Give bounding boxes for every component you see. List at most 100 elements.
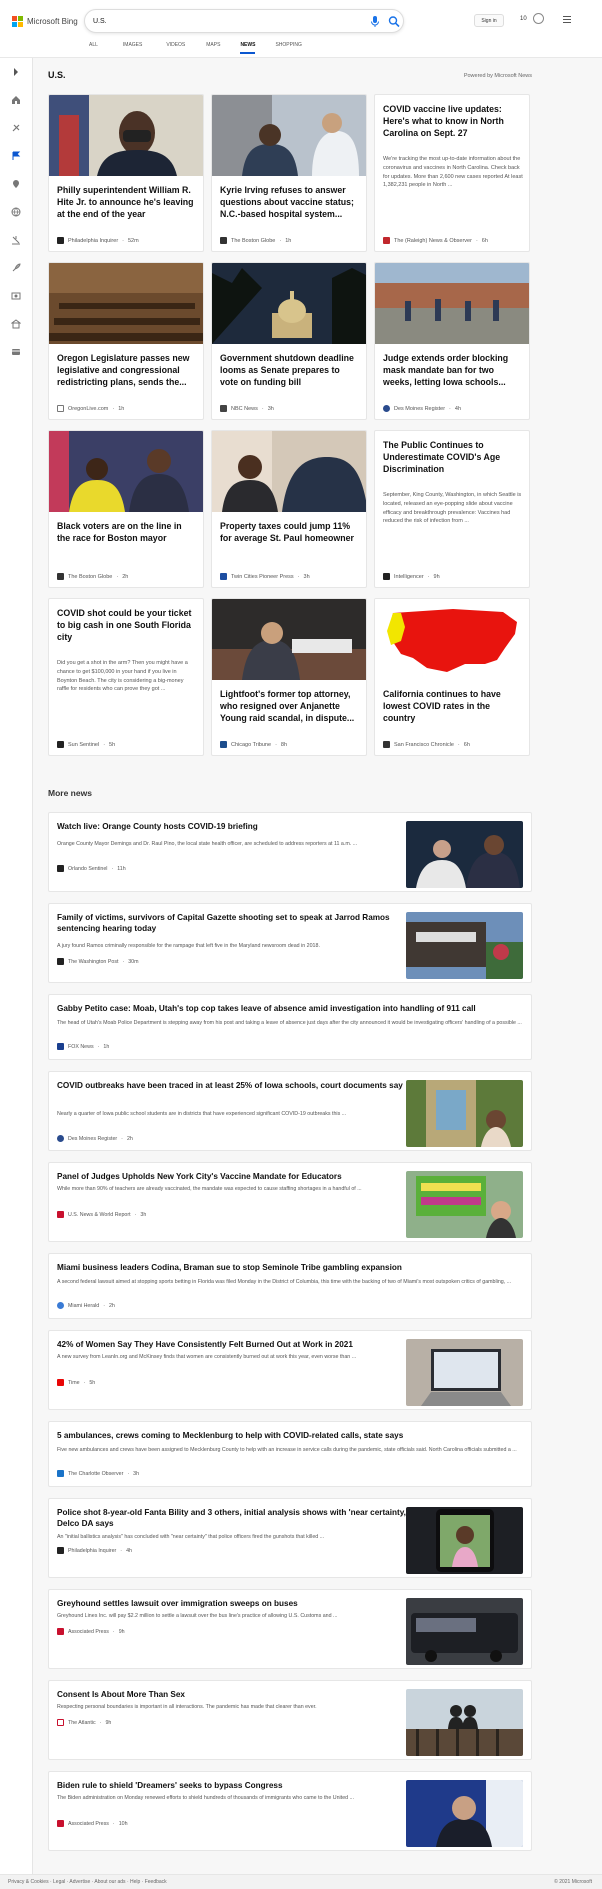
item-source[interactable]: The Charlotte Observer · 3h: [57, 1470, 139, 1477]
card-source[interactable]: The Boston Globe · 2h: [57, 573, 128, 580]
location-icon[interactable]: [11, 179, 21, 189]
news-card[interactable]: Kyrie Irving refuses to answer questions…: [211, 94, 367, 252]
card-source[interactable]: Chicago Tribune · 8h: [220, 741, 287, 748]
chevron-right-icon[interactable]: [11, 67, 21, 77]
rewards-medal-icon[interactable]: [533, 13, 544, 24]
card-title[interactable]: Government shutdown deadline looms as Se…: [220, 352, 360, 388]
item-title[interactable]: Miami business leaders Codina, Braman su…: [57, 1262, 527, 1273]
card-title[interactable]: Oregon Legislature passes new legislativ…: [57, 352, 197, 388]
card-title[interactable]: Black voters are on the line in the race…: [57, 520, 197, 544]
news-list-item[interactable]: Gabby Petito case: Moab, Utah's top cop …: [48, 994, 532, 1060]
news-list-item[interactable]: Watch live: Orange County hosts COVID-19…: [48, 812, 532, 892]
rewards-points[interactable]: 10: [520, 16, 527, 22]
powered-by[interactable]: Powered by Microsoft News: [450, 73, 532, 79]
item-title[interactable]: Watch live: Orange County hosts COVID-19…: [57, 821, 412, 832]
item-source[interactable]: U.S. News & World Report · 3h: [57, 1211, 146, 1218]
source-name: Intelligencer: [394, 573, 424, 580]
footer-links[interactable]: Privacy & Cookies · Legal · Advertise · …: [8, 1879, 167, 1885]
card-title[interactable]: Judge extends order blocking mask mandat…: [383, 352, 523, 388]
tab-images[interactable]: IMAGES: [123, 42, 142, 54]
card-source[interactable]: Twin Cities Pioneer Press · 3h: [220, 573, 310, 580]
card-title[interactable]: Property taxes could jump 11% for averag…: [220, 520, 360, 544]
card-source[interactable]: Des Moines Register · 4h: [383, 405, 461, 412]
news-card[interactable]: The Public Continues to Underestimate CO…: [374, 430, 530, 588]
item-title[interactable]: 42% of Women Say They Have Consistently …: [57, 1339, 412, 1350]
news-list-item[interactable]: Family of victims, survivors of Capital …: [48, 903, 532, 983]
search-icon[interactable]: [388, 15, 400, 28]
item-title[interactable]: Police shot 8-year-old Fanta Bility and …: [57, 1507, 412, 1529]
item-title[interactable]: Greyhound settles lawsuit over immigrati…: [57, 1598, 412, 1609]
item-source[interactable]: Des Moines Register · 2h: [57, 1135, 133, 1142]
news-list-item[interactable]: Panel of Judges Upholds New York City's …: [48, 1162, 532, 1242]
tab-shopping[interactable]: SHOPPING: [275, 42, 301, 54]
news-card[interactable]: Government shutdown deadline looms as Se…: [211, 262, 367, 420]
home-icon[interactable]: [11, 95, 21, 105]
card-title[interactable]: Philly superintendent William R. Hite Jr…: [57, 184, 197, 220]
item-source[interactable]: Philadelphia Inquirer · 4h: [57, 1547, 132, 1554]
item-title[interactable]: Gabby Petito case: Moab, Utah's top cop …: [57, 1003, 527, 1014]
item-source[interactable]: The Atlantic · 9h: [57, 1719, 111, 1726]
news-card[interactable]: COVID vaccine live updates: Here's what …: [374, 94, 530, 252]
news-list-item[interactable]: Police shot 8-year-old Fanta Bility and …: [48, 1498, 532, 1578]
item-title[interactable]: Panel of Judges Upholds New York City's …: [57, 1171, 412, 1182]
globe-icon[interactable]: [11, 207, 21, 217]
card-title[interactable]: California continues to have lowest COVI…: [383, 688, 523, 724]
item-title[interactable]: Family of victims, survivors of Capital …: [57, 912, 412, 934]
rocket-icon[interactable]: [11, 263, 21, 273]
us-icon[interactable]: [11, 123, 21, 133]
news-card[interactable]: California continues to have lowest COVI…: [374, 598, 530, 756]
news-card[interactable]: Oregon Legislature passes new legislativ…: [48, 262, 204, 420]
card-title[interactable]: Lightfoot's former top attorney, who res…: [220, 688, 360, 724]
item-title[interactable]: COVID outbreaks have been traced in at l…: [57, 1080, 412, 1091]
item-source[interactable]: Time · 5h: [57, 1379, 95, 1386]
item-source[interactable]: Miami Herald · 2h: [57, 1302, 115, 1309]
card-source[interactable]: Sun Sentinel · 5h: [57, 741, 115, 748]
health-icon[interactable]: [11, 319, 21, 329]
tab-all[interactable]: ALL: [89, 42, 98, 54]
card-icon[interactable]: [11, 347, 21, 357]
film-icon[interactable]: [11, 291, 21, 301]
microphone-icon[interactable]: [369, 15, 381, 28]
news-list-item[interactable]: 5 ambulances, crews coming to Mecklenbur…: [48, 1421, 532, 1487]
card-source[interactable]: San Francisco Chronicle · 6h: [383, 741, 470, 748]
card-title[interactable]: The Public Continues to Underestimate CO…: [383, 439, 523, 475]
card-source[interactable]: The Boston Globe · 1h: [220, 237, 291, 244]
item-source[interactable]: Associated Press · 10h: [57, 1820, 128, 1827]
tab-news[interactable]: NEWS: [240, 42, 256, 54]
card-source[interactable]: OregonLive.com · 1h: [57, 405, 124, 412]
news-list-item[interactable]: 42% of Women Say They Have Consistently …: [48, 1330, 532, 1410]
news-card[interactable]: Judge extends order blocking mask mandat…: [374, 262, 530, 420]
item-source[interactable]: Orlando Sentinel · 11h: [57, 865, 126, 872]
news-card[interactable]: Lightfoot's former top attorney, who res…: [211, 598, 367, 756]
flag-icon[interactable]: [11, 151, 21, 161]
item-title[interactable]: 5 ambulances, crews coming to Mecklenbur…: [57, 1430, 527, 1441]
tab-maps[interactable]: MAPS: [206, 42, 220, 54]
tab-videos[interactable]: VIDEOS: [166, 42, 185, 54]
news-card[interactable]: Philly superintendent William R. Hite Jr…: [48, 94, 204, 252]
card-source[interactable]: Philadelphia Inquirer · 52m: [57, 237, 139, 244]
item-source[interactable]: The Washington Post · 30m: [57, 958, 139, 965]
menu-icon[interactable]: [563, 16, 571, 23]
card-title[interactable]: Kyrie Irving refuses to answer questions…: [220, 184, 360, 220]
news-list-item[interactable]: COVID outbreaks have been traced in at l…: [48, 1071, 532, 1151]
card-title[interactable]: COVID shot could be your ticket to big c…: [57, 607, 197, 643]
card-source[interactable]: NBC News · 3h: [220, 405, 274, 412]
card-source[interactable]: Intelligencer · 9h: [383, 573, 440, 580]
news-list-item[interactable]: Miami business leaders Codina, Braman su…: [48, 1253, 532, 1319]
item-title[interactable]: Biden rule to shield 'Dreamers' seeks to…: [57, 1780, 412, 1791]
news-card[interactable]: Property taxes could jump 11% for averag…: [211, 430, 367, 588]
news-list-item[interactable]: Consent Is About More Than Sex Respectin…: [48, 1680, 532, 1760]
item-source[interactable]: FOX News · 1h: [57, 1043, 109, 1050]
news-card[interactable]: COVID shot could be your ticket to big c…: [48, 598, 204, 756]
card-title[interactable]: COVID vaccine live updates: Here's what …: [383, 103, 523, 139]
search-input[interactable]: [93, 14, 353, 29]
news-list-item[interactable]: Greyhound settles lawsuit over immigrati…: [48, 1589, 532, 1669]
bing-logo[interactable]: Microsoft Bing: [12, 14, 78, 28]
card-source[interactable]: The (Raleigh) News & Observer · 6h: [383, 237, 488, 244]
scale-icon[interactable]: [11, 235, 21, 245]
news-card[interactable]: Black voters are on the line in the race…: [48, 430, 204, 588]
news-list-item[interactable]: Biden rule to shield 'Dreamers' seeks to…: [48, 1771, 532, 1851]
item-source[interactable]: Associated Press · 9h: [57, 1628, 125, 1635]
item-title[interactable]: Consent Is About More Than Sex: [57, 1689, 412, 1700]
sign-in-button[interactable]: Sign in: [474, 14, 504, 27]
